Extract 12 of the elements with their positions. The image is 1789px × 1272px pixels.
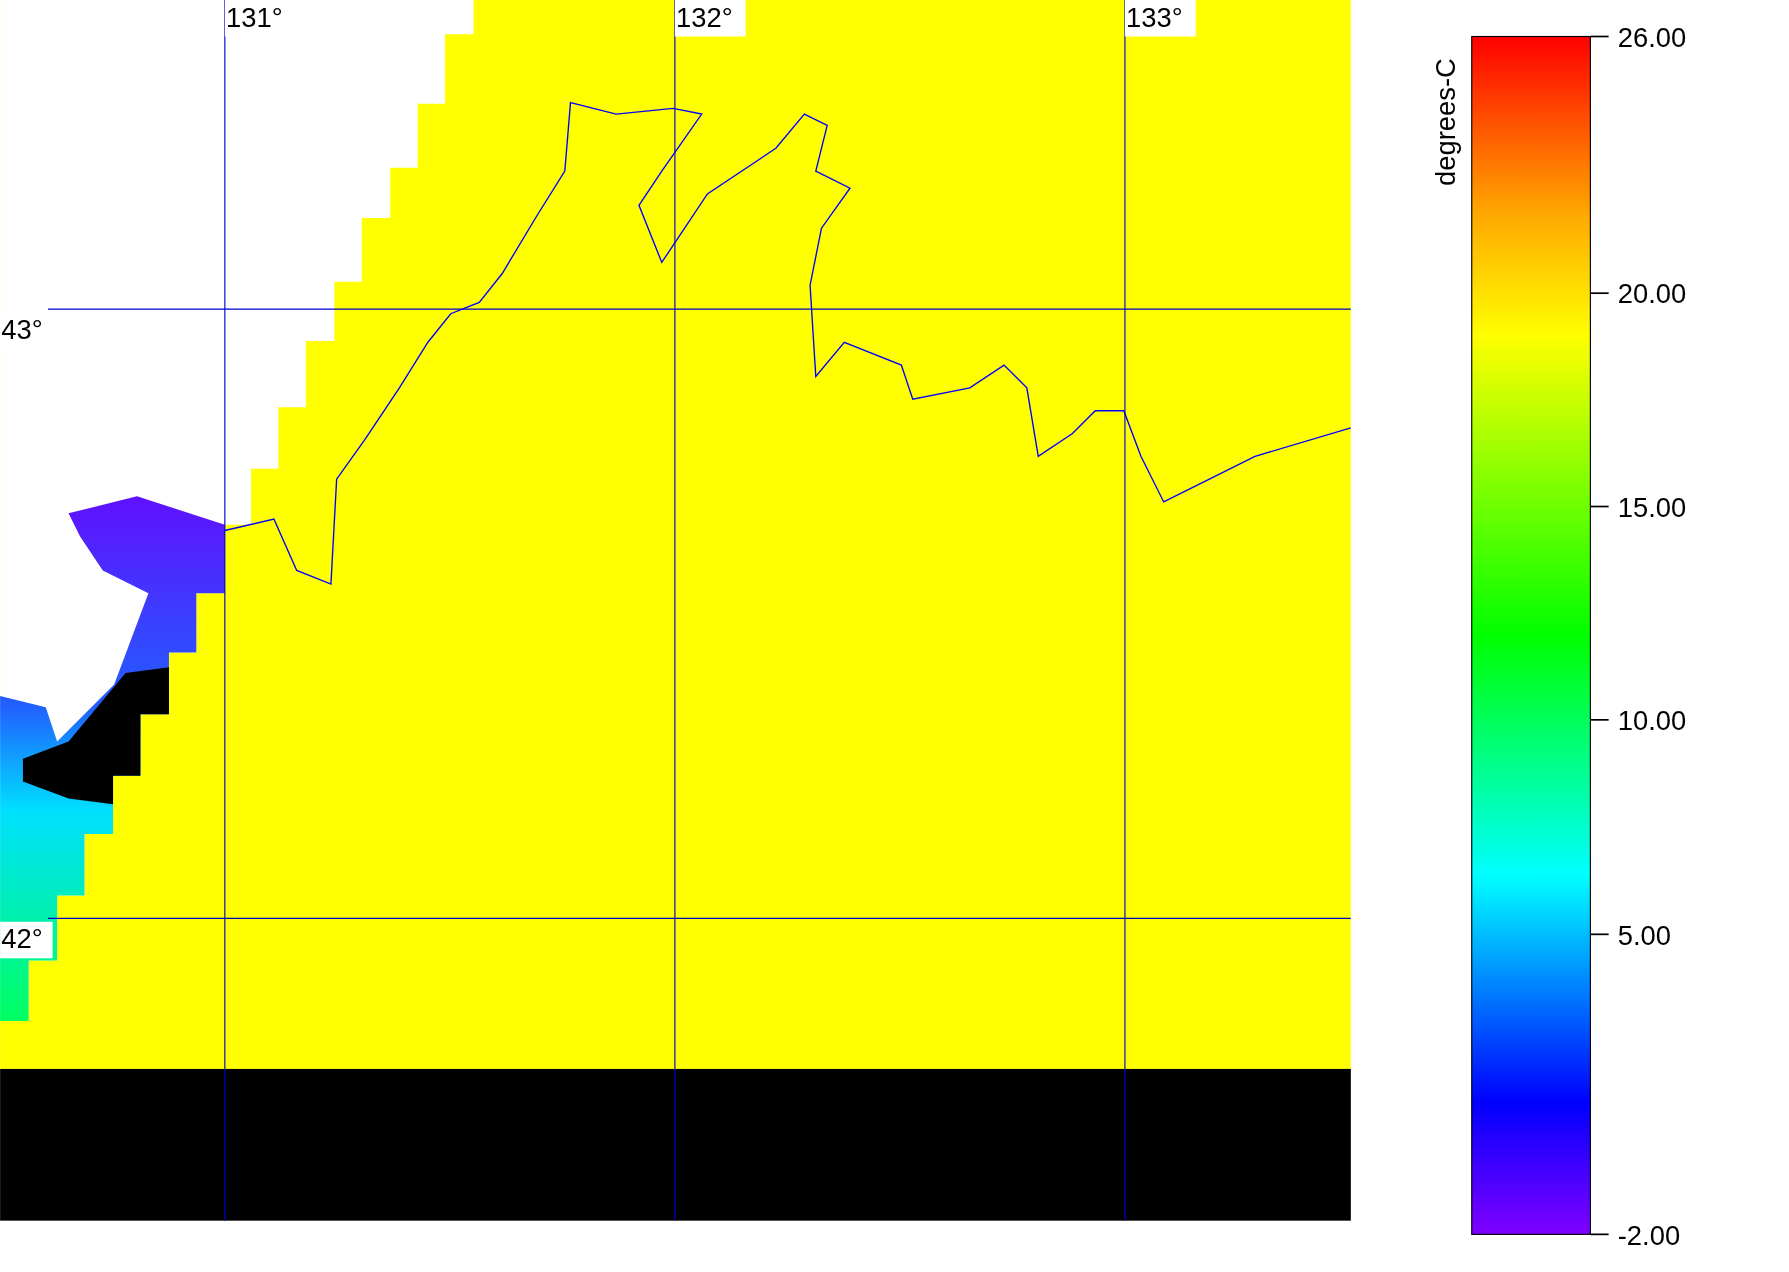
- longitude-label: 133°: [1126, 2, 1183, 34]
- latitude-label: 42°: [1, 923, 43, 954]
- colorbar-title: degrees-C: [1429, 58, 1461, 186]
- latitude-label: 43°: [1, 313, 43, 345]
- longitude-label: 131°: [226, 2, 283, 34]
- tick-label: 15.00: [1617, 491, 1687, 523]
- tick-label: 10.00: [1617, 705, 1687, 737]
- tick-label: 20.00: [1617, 278, 1687, 310]
- tick-label: -2.00: [1617, 1219, 1681, 1251]
- longitude-label: 132°: [676, 2, 733, 34]
- tick-label: 5.00: [1617, 919, 1671, 951]
- tick-label: 26.00: [1617, 21, 1687, 53]
